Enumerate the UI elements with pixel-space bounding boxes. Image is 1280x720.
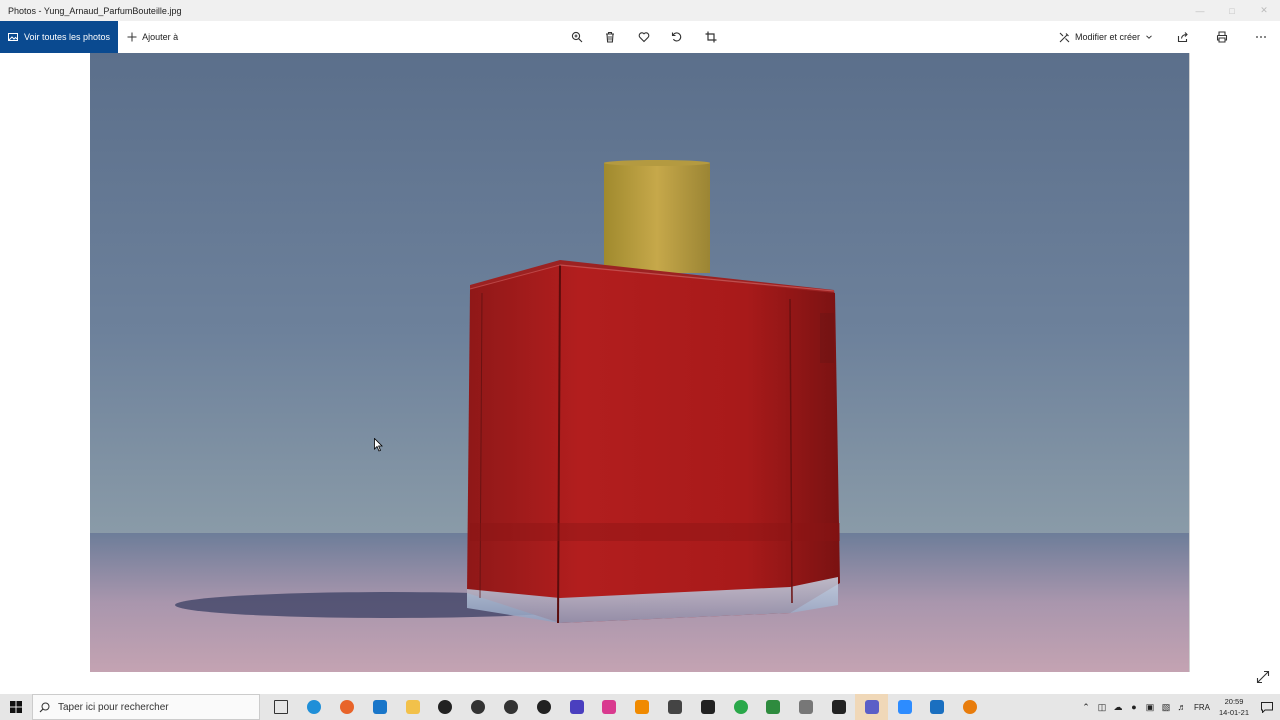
photo-toolbar: Voir toutes les photos Ajouter à Modifie [0, 21, 1280, 53]
system-tray: ⌃ ◫ ☁ ● ▣ ▧ ♬ FRA 20:59 14-01-21 [1078, 694, 1280, 720]
vlc-glyph [635, 700, 650, 714]
inkscape-icon[interactable] [691, 694, 724, 720]
crop-icon[interactable] [694, 21, 728, 53]
notepad-glyph [799, 700, 814, 714]
clock-date: 14-01-21 [1218, 708, 1250, 717]
rotate-icon[interactable] [661, 21, 695, 53]
firefox-icon[interactable] [331, 694, 364, 720]
blender-icon[interactable] [954, 694, 987, 720]
task-view-icon[interactable] [265, 694, 298, 720]
mail-icon[interactable] [363, 694, 396, 720]
sticky-notes-glyph [831, 700, 846, 714]
notepad-icon[interactable] [790, 694, 823, 720]
photo-canvas[interactable] [90, 53, 1190, 672]
edit-and-create-label: Modifier et créer [1074, 32, 1140, 42]
photos-icon [8, 32, 18, 42]
unity-icon[interactable] [527, 694, 560, 720]
windows-start-icon[interactable] [0, 694, 32, 720]
davinci-glyph [471, 700, 486, 714]
app-tool-icon[interactable] [659, 694, 692, 720]
mouse-cursor-icon [374, 438, 383, 452]
title-bar: Photos - Yung_Arnaud_ParfumBouteille.jpg… [0, 0, 1280, 21]
more-icon[interactable] [1241, 21, 1280, 53]
blender-glyph [963, 700, 978, 714]
file-explorer-icon[interactable] [396, 694, 429, 720]
chevron-down-icon [1145, 33, 1153, 41]
fullscreen-icon[interactable] [1256, 670, 1272, 686]
headset-icon[interactable] [560, 694, 593, 720]
instagram-icon[interactable] [593, 694, 626, 720]
maximize-icon[interactable]: □ [1216, 0, 1248, 21]
zoom-icon[interactable] [560, 21, 594, 53]
microphone-icon[interactable]: ● [1126, 694, 1142, 720]
usb-icon[interactable]: ◫ [1094, 694, 1110, 720]
view-all-photos-label: Voir toutes les photos [24, 32, 111, 42]
teams-icon[interactable] [855, 694, 889, 720]
edit-create-icon [1059, 32, 1070, 43]
add-to-label: Ajouter à [142, 32, 179, 42]
taskbar-app-icons [265, 694, 987, 720]
window-controls: — □ ✕ [1184, 0, 1280, 21]
task-view-glyph [274, 700, 289, 714]
photos-app-glyph [930, 700, 945, 714]
instagram-glyph [602, 700, 617, 714]
zoom-app-icon[interactable] [888, 694, 921, 720]
headset-glyph [569, 700, 584, 714]
color-wheel-glyph [733, 700, 748, 714]
print-icon[interactable] [1202, 21, 1241, 53]
search-placeholder: Taper ici pour rechercher [58, 701, 169, 713]
spreadsheet-icon[interactable] [757, 694, 790, 720]
cloud-icon[interactable]: ☁ [1110, 694, 1126, 720]
zoom-app-glyph [897, 700, 912, 714]
firefox-glyph [339, 700, 354, 714]
favorite-icon[interactable] [627, 21, 661, 53]
color-wheel-icon[interactable] [724, 694, 757, 720]
minimize-icon[interactable]: — [1184, 0, 1216, 21]
app-s-icon[interactable] [429, 694, 462, 720]
search-icon [39, 702, 50, 713]
close-icon[interactable]: ✕ [1248, 0, 1280, 21]
show-hidden-icons-icon[interactable]: ⌃ [1078, 694, 1094, 720]
mail-glyph [372, 700, 387, 714]
photos-app-icon[interactable] [921, 694, 954, 720]
spreadsheet-glyph [766, 700, 781, 714]
app-s-glyph [438, 700, 453, 714]
delete-icon[interactable] [594, 21, 628, 53]
clock[interactable]: 20:59 14-01-21 [1214, 696, 1254, 718]
teams-glyph [864, 700, 879, 714]
vlc-icon[interactable] [626, 694, 659, 720]
right-tools: Modifier et créer [1049, 21, 1280, 53]
unity-glyph [536, 700, 551, 714]
davinci-alt-glyph [503, 700, 518, 714]
sticky-notes-icon[interactable] [823, 694, 856, 720]
clock-time: 20:59 [1224, 697, 1244, 706]
davinci-icon[interactable] [462, 694, 495, 720]
share-icon[interactable] [1163, 21, 1202, 53]
davinci-alt-icon[interactable] [495, 694, 528, 720]
edge-icon[interactable] [298, 694, 331, 720]
network-icon[interactable]: ▧ [1158, 694, 1174, 720]
inkscape-glyph [700, 700, 715, 714]
add-to-button[interactable]: Ajouter à [118, 21, 187, 53]
taskbar-search-box[interactable]: Taper ici pour rechercher [32, 694, 260, 720]
view-all-photos-button[interactable]: Voir toutes les photos [0, 21, 119, 53]
app-tool-glyph [667, 700, 682, 714]
center-tools [560, 21, 728, 53]
edit-and-create-button[interactable]: Modifier et créer [1049, 21, 1163, 53]
notification-icon[interactable] [1254, 694, 1280, 720]
display-icon[interactable]: ▣ [1142, 694, 1158, 720]
plus-icon [127, 32, 137, 42]
perfume-bottle-image [90, 53, 1189, 672]
language-indicator[interactable]: FRA [1190, 694, 1214, 720]
volume-icon[interactable]: ♬ [1174, 694, 1190, 720]
window-title: Photos - Yung_Arnaud_ParfumBouteille.jpg [8, 5, 182, 16]
edge-glyph [307, 700, 322, 714]
taskbar: Taper ici pour rechercher ⌃ ◫ ☁ ● ▣ ▧ ♬ … [0, 694, 1280, 720]
file-explorer-glyph [405, 700, 420, 714]
